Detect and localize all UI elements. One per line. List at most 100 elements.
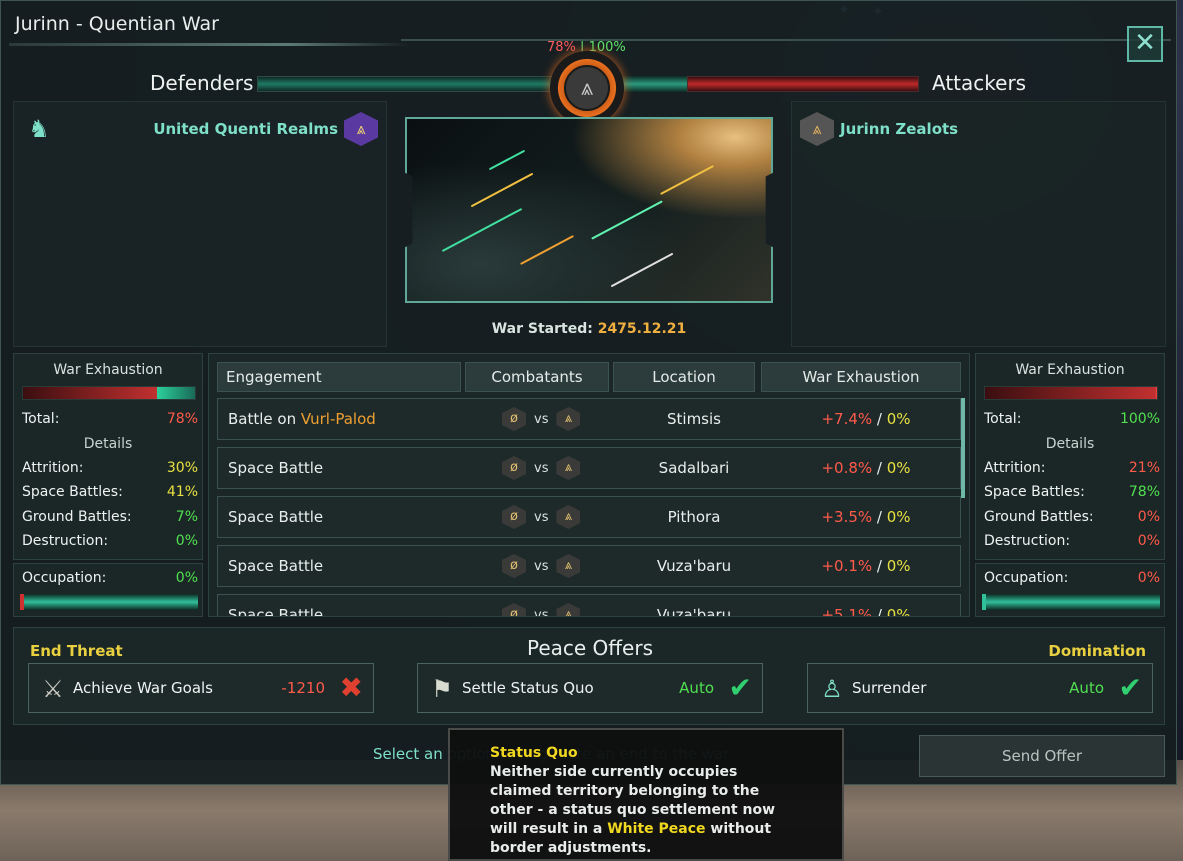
ship-streak: [470, 172, 534, 208]
occupation-bar: [20, 594, 198, 610]
table-row[interactable]: Space Battle ø vs ⩓ Pithora +3.5% / 0%: [217, 496, 961, 538]
row-value: 21%: [1128, 460, 1160, 476]
header-location[interactable]: Location: [613, 362, 755, 392]
defender-emblem-icon[interactable]: ø: [502, 407, 526, 431]
row-value: 0%: [1137, 509, 1160, 525]
attacker-occupation-panel: Occupation: 0%: [975, 563, 1165, 617]
exhaustion-bar: [22, 386, 196, 400]
engagement-name: Space Battle: [228, 459, 324, 477]
defender-emblem-icon[interactable]: ø: [502, 456, 526, 480]
accepted-check-icon: ✔: [1118, 671, 1142, 704]
occupation-label: Occupation:: [984, 570, 1069, 586]
table-row[interactable]: Space Battle ø vs ⩓ Vuza'baru +0.1% / 0%: [217, 545, 961, 587]
defender-empire-name[interactable]: United Quenti Realms: [153, 120, 338, 138]
header-combatants[interactable]: Combatants: [465, 362, 609, 392]
engagement-location[interactable]: Sadalbari: [624, 459, 764, 477]
defender-emblem-icon[interactable]: ø: [502, 505, 526, 529]
table-row[interactable]: Space Battle ø vs ⩓ Sadalbari +0.8% / 0%: [217, 447, 961, 489]
vs-label: vs: [534, 460, 549, 476]
exhaustion-attacker: +7.4%: [821, 410, 873, 428]
exhaustion-row: Destruction: 0%: [22, 533, 198, 549]
send-offer-button[interactable]: Send Offer: [919, 735, 1165, 777]
surrender-option[interactable]: ♙ Surrender Auto ✔: [807, 663, 1153, 713]
vs-label: vs: [534, 411, 549, 427]
kneeling-figure-icon: ♙: [821, 675, 843, 703]
engagement-location[interactable]: Vuza'baru: [624, 606, 764, 616]
war-overview-window: Jurinn - Quentian War ✕ Defenders Attack…: [0, 0, 1177, 785]
header-engagement[interactable]: Engagement: [217, 362, 461, 392]
engagement-location[interactable]: Pithora: [624, 508, 764, 526]
combatants: ø vs ⩓: [502, 456, 581, 480]
ship-streak: [591, 200, 663, 240]
vs-label: vs: [534, 509, 549, 525]
ship-streak: [660, 165, 714, 195]
crossed-swords-icon: ⚔: [42, 675, 64, 703]
slash: /: [872, 508, 887, 526]
close-icon: ✕: [1134, 28, 1156, 58]
engagement-location[interactable]: Stimsis: [624, 410, 764, 428]
table-row[interactable]: Battle on Vurl-Palod ø vs ⩓ Stimsis +7.4…: [217, 398, 961, 440]
details-label: Details: [1045, 436, 1095, 452]
engagement-location[interactable]: Vuza'baru: [624, 557, 764, 575]
tooltip-body: Neither side currently occupies claimed …: [490, 763, 802, 858]
exhaustion-total-row: Total: 78%: [22, 411, 198, 427]
attackers-label: Attackers: [932, 71, 1027, 95]
combatants: ø vs ⩓: [502, 603, 581, 616]
exhaustion-bar: [984, 386, 1158, 400]
defender-exhaustion-panel: War Exhaustion Total: 78% Details Attrit…: [13, 353, 203, 560]
engagement-name: Space Battle: [228, 557, 324, 575]
exhaustion-title: War Exhaustion: [1015, 362, 1125, 378]
attacker-emblem-icon[interactable]: ⩓: [556, 554, 581, 578]
achieve-war-goals-option[interactable]: ⚔ Achieve War Goals -1210 ✖: [28, 663, 374, 713]
white-flag-icon: ⚑: [431, 675, 453, 703]
row-label: Space Battles:: [22, 484, 123, 500]
close-button[interactable]: ✕: [1127, 26, 1163, 62]
window-title: Jurinn - Quentian War: [15, 13, 219, 35]
header-war-exhaustion[interactable]: War Exhaustion: [761, 362, 961, 392]
table-row[interactable]: Space Battle ø vs ⩓ Vuza'baru +5.1% / 0%: [217, 594, 961, 616]
end-threat-label: End Threat: [30, 642, 123, 660]
attacker-emblem-icon[interactable]: ⩓: [556, 407, 581, 431]
row-label: Destruction:: [22, 533, 109, 549]
exhaustion-attacker: +0.1%: [821, 557, 873, 575]
peace-offers-panel: Peace Offers End Threat Domination ⚔ Ach…: [13, 627, 1165, 725]
domination-label: Domination: [1048, 642, 1146, 660]
accepted-check-icon: ✔: [728, 671, 752, 704]
exhaustion-row: Ground Battles: 7%: [22, 509, 198, 525]
peace-offers-title: Peace Offers: [526, 636, 654, 660]
tooltip-highlight: White Peace: [607, 821, 706, 837]
defender-panel: ♞ United Quenti Realms ⩓: [13, 101, 387, 347]
total-label: Total:: [22, 411, 60, 427]
defender-emblem-icon[interactable]: ø: [502, 554, 526, 578]
occupation-value: 0%: [175, 570, 198, 586]
row-label: Ground Battles:: [22, 509, 132, 525]
defender-emblem-icon[interactable]: ø: [502, 603, 526, 616]
engagement-name: Battle on Vurl-Palod: [228, 410, 376, 428]
attacker-emblem-icon[interactable]: ⩓: [556, 456, 581, 480]
title-divider: [401, 39, 1171, 41]
attacker-empire-emblem-icon[interactable]: ⩓: [800, 112, 834, 146]
defenders-label: Defenders: [150, 71, 254, 95]
battle-illustration: [405, 117, 773, 303]
engagements-scrollbar[interactable]: [961, 398, 965, 498]
exhaustion-row: Space Battles: 78%: [984, 484, 1160, 500]
occupation-bar: [982, 594, 1160, 610]
total-value: 100%: [1119, 411, 1160, 427]
war-started-date: 2475.12.21: [597, 321, 687, 337]
peace-option-label: Settle Status Quo: [462, 679, 594, 697]
defender-empire-emblem-icon[interactable]: ⩓: [344, 112, 378, 146]
ship-streak: [441, 207, 523, 253]
row-label: Attrition:: [22, 460, 84, 476]
settle-status-quo-option[interactable]: ⚑ Settle Status Quo Auto ✔: [417, 663, 763, 713]
attacker-exhaustion-panel: War Exhaustion Total: 100% Details Attri…: [975, 353, 1165, 560]
slash: /: [872, 557, 887, 575]
species-portrait-icon[interactable]: ♞: [22, 112, 56, 146]
row-value: 41%: [166, 484, 198, 500]
attacker-empire-name[interactable]: Jurinn Zealots: [840, 120, 958, 138]
exhaustion-row: Attrition: 21%: [984, 460, 1160, 476]
attacker-emblem-icon[interactable]: ⩓: [556, 505, 581, 529]
attacker-emblem-icon[interactable]: ⩓: [556, 603, 581, 616]
row-label: Destruction:: [984, 533, 1071, 549]
total-label: Total:: [984, 411, 1022, 427]
title-underline: [9, 43, 409, 46]
